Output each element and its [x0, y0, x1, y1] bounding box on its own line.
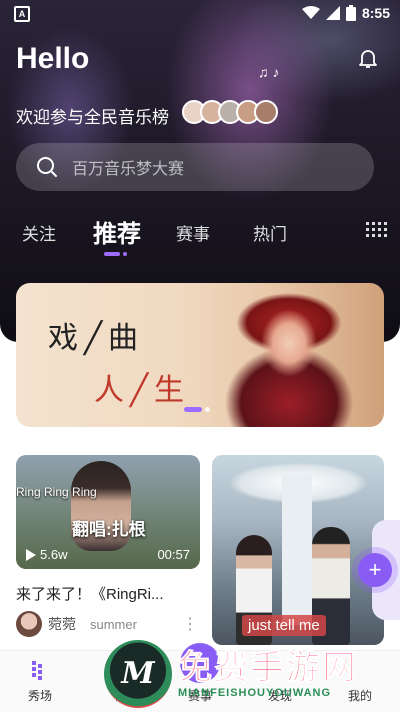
tab-events[interactable]: 赛事 — [176, 220, 210, 245]
signal-icon — [325, 6, 340, 20]
opera-performer-image — [224, 283, 354, 427]
author-handle: summer — [90, 616, 137, 632]
music-note-icon: ♫ ♪ — [258, 64, 280, 80]
stage-pillar-image — [282, 475, 312, 625]
video-card-2[interactable]: just tell me — [212, 455, 384, 645]
author-name: 菀菀 — [48, 616, 76, 632]
wifi-icon — [301, 6, 320, 19]
video-author[interactable]: 菀菀 summer — [16, 611, 137, 637]
site-watermark: M 免费手游网 MIANFEISHOUYOUWANG — [104, 640, 358, 708]
video-duration: 00:57 — [157, 547, 190, 562]
avatar[interactable] — [16, 611, 42, 637]
lyric-overlay: just tell me — [242, 615, 326, 636]
cover-caption: 翻唱:扎根 — [72, 520, 146, 539]
active-tab-indicator — [104, 252, 130, 270]
bell-icon[interactable] — [356, 46, 380, 70]
tab-hot[interactable]: 热门 — [253, 220, 287, 245]
grid-menu-icon[interactable] — [366, 222, 388, 238]
video-title[interactable]: 来了来了！《RingRi... — [16, 583, 196, 604]
feed-tabs: 关注 推荐 赛事 热门 — [0, 214, 400, 254]
banner-line2: 人╱生 — [94, 373, 191, 408]
avatar — [254, 100, 278, 124]
video-card-thumbnail[interactable]: Ring Ring Ring 翻唱:扎根 5.6w 00:57 — [16, 455, 200, 569]
greeting-title: Hello — [16, 42, 90, 75]
nav-showroom-label: 秀场 — [27, 689, 52, 703]
participant-avatars[interactable] — [182, 100, 278, 124]
app-indicator-icon: A — [14, 6, 30, 22]
status-bar: A 8:55 — [0, 0, 400, 28]
more-icon[interactable]: ⋮ — [182, 614, 198, 634]
opera-banner[interactable]: 戏╱曲 人╱生 — [16, 283, 384, 427]
song-overlay-text: Ring Ring Ring — [16, 485, 97, 499]
search-icon — [37, 157, 57, 177]
battery-icon — [345, 5, 356, 21]
tab-follow[interactable]: 关注 — [22, 220, 56, 245]
play-count: 5.6w — [26, 547, 67, 562]
banner-line1: 戏╱曲 — [48, 321, 145, 356]
banner-pager — [184, 407, 213, 425]
play-count-value: 5.6w — [40, 547, 68, 562]
search-placeholder: 百万音乐梦大赛 — [72, 161, 185, 178]
watermark-pinyin: MIANFEISHOUYOUWANG — [178, 687, 332, 699]
watermark-brand: 免费手游网 — [178, 649, 358, 688]
nav-showroom[interactable]: 秀场 — [10, 661, 70, 704]
showroom-icon — [32, 661, 42, 680]
status-time: 8:55 — [361, 5, 390, 21]
play-icon — [26, 548, 36, 561]
tab-recommend[interactable]: 推荐 — [93, 214, 141, 249]
plus-icon[interactable]: + — [358, 553, 392, 587]
search-bar[interactable]: 百万音乐梦大赛 — [16, 143, 374, 191]
watermark-logo: M — [104, 640, 172, 708]
welcome-subtitle: 欢迎参与全民音乐榜 — [16, 108, 169, 127]
